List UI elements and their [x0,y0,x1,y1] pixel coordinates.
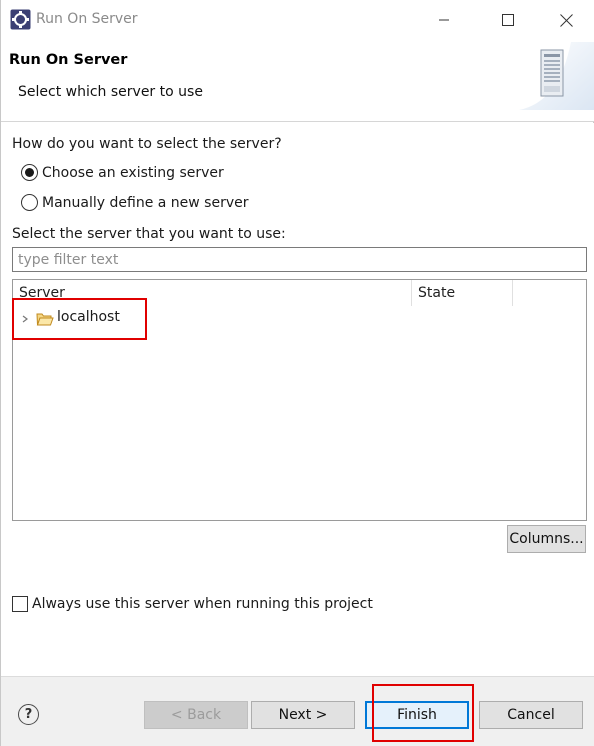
always-use-checkbox[interactable] [12,596,28,612]
close-button[interactable] [537,0,594,40]
table-row[interactable]: localhost [13,308,586,330]
columns-button[interactable]: Columns... [507,525,586,553]
back-button[interactable]: < Back [144,701,248,729]
radio-button-unselected[interactable] [21,194,38,211]
column-header-state[interactable]: State [412,280,513,306]
button-bar: ? < Back Next > Finish Cancel [1,676,594,746]
banner-subtitle: Select which server to use [18,84,203,100]
help-icon[interactable]: ? [18,704,39,725]
close-icon [559,13,573,27]
minimize-icon [439,19,449,21]
choose-existing-server-option[interactable]: Choose an existing server [21,164,224,181]
server-prompt-label: Select the server that you want to use: [12,226,286,242]
finish-button[interactable]: Finish [365,701,469,729]
server-name: localhost [57,309,120,325]
window-title: Run On Server [36,11,138,27]
server-tower-icon [519,42,594,110]
folder-open-icon [36,313,54,326]
dialog-content: How do you want to select the server? Ch… [1,123,594,676]
manually-define-server-option[interactable]: Manually define a new server [21,194,249,211]
banner-title: Run On Server [9,52,128,68]
title-bar: Run On Server [1,0,594,40]
server-table: Server State localhost [12,279,587,521]
filter-input[interactable] [12,247,587,272]
minimize-button[interactable] [415,0,473,40]
radio-label: Choose an existing server [42,164,224,181]
chevron-right-icon[interactable] [19,312,31,326]
radio-label: Manually define a new server [42,194,249,211]
always-use-server-option[interactable]: Always use this server when running this… [12,596,373,612]
radio-button-selected[interactable] [21,164,38,181]
maximize-button[interactable] [479,0,537,40]
run-on-server-dialog: Run On Server Run On Server Select which… [0,0,594,746]
selection-question: How do you want to select the server? [12,136,282,152]
maximize-icon [502,14,514,26]
wizard-banner: Run On Server Select which server to use [1,40,594,122]
always-use-label: Always use this server when running this… [32,596,373,612]
eclipse-gear-icon [10,9,31,30]
cancel-button[interactable]: Cancel [479,701,583,729]
next-button[interactable]: Next > [251,701,355,729]
column-header-server[interactable]: Server [13,280,412,306]
